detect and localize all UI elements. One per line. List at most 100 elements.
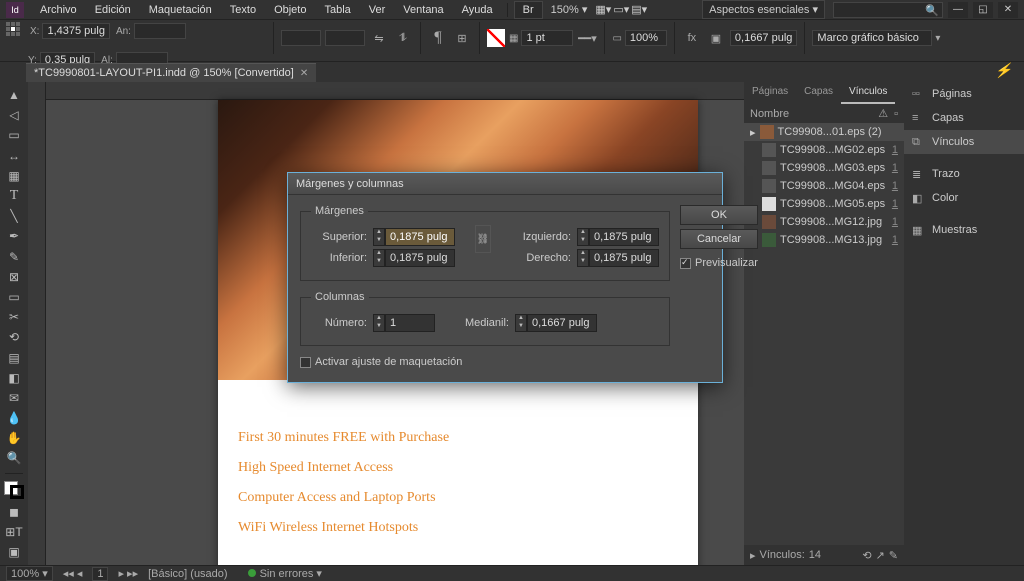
- margin-right-stepper[interactable]: ▲▼: [577, 249, 659, 267]
- margin-top-stepper[interactable]: ▲▼: [373, 228, 455, 246]
- screen-mode-icon[interactable]: ▭▾: [613, 3, 629, 16]
- opacity-field[interactable]: 100%: [625, 30, 667, 46]
- link-row[interactable]: ▸TC99908...01.eps (2): [744, 123, 904, 141]
- dock-item-trazo[interactable]: ≣Trazo: [904, 162, 1024, 186]
- layout-adjust-checkbox[interactable]: Activar ajuste de maquetación: [300, 356, 670, 368]
- link-row[interactable]: TC99908...MG02.eps1: [744, 141, 904, 159]
- window-close-icon[interactable]: ✕: [998, 2, 1018, 18]
- stroke-style-icon[interactable]: ━━▾: [577, 28, 597, 48]
- link-row[interactable]: TC99908...MG12.jpg1: [744, 213, 904, 231]
- wrap-icon[interactable]: ▣: [706, 28, 726, 48]
- content-collector-tool[interactable]: ▦: [3, 167, 25, 185]
- apply-color-icon[interactable]: ◼: [3, 502, 25, 520]
- update-link-icon[interactable]: ✎: [889, 549, 898, 562]
- panel-tab-capas[interactable]: Capas: [796, 82, 841, 104]
- panel-tab-vinculos[interactable]: Vínculos: [841, 82, 895, 104]
- margin-bottom-input[interactable]: [385, 249, 455, 267]
- window-minimize-icon[interactable]: —: [948, 2, 968, 18]
- effects-icon[interactable]: fx: [682, 28, 702, 48]
- fill-stroke-swatch[interactable]: [3, 480, 25, 500]
- dock-item-color[interactable]: ◧Color: [904, 186, 1024, 210]
- links-column-name[interactable]: Nombre: [750, 108, 878, 120]
- view-options-icon[interactable]: ▦▾: [595, 3, 611, 16]
- corner-field[interactable]: 0,1667 pulg: [730, 30, 798, 46]
- dock-item-capas[interactable]: ≡Capas: [904, 106, 1024, 130]
- margin-left-stepper[interactable]: ▲▼: [577, 228, 659, 246]
- pen-tool[interactable]: ✒: [3, 227, 25, 245]
- transform-tool[interactable]: ⟲: [3, 328, 25, 346]
- link-row[interactable]: TC99908...MG13.jpg1: [744, 231, 904, 249]
- page-nav-prev-icon[interactable]: ◂◂ ◂: [63, 567, 83, 580]
- gutter-stepper[interactable]: ▲▼: [515, 314, 597, 332]
- page-number-field[interactable]: 1: [92, 567, 108, 581]
- body-text-line[interactable]: Computer Access and Laptop Ports: [238, 490, 436, 506]
- page-nav-next-icon[interactable]: ▸ ▸▸: [118, 567, 138, 580]
- margin-right-input[interactable]: [589, 249, 659, 267]
- link-margins-icon[interactable]: ⛓: [475, 225, 491, 253]
- dock-item-muestras[interactable]: ▦Muestras: [904, 218, 1024, 242]
- document-tab[interactable]: *TC9990801-LAYOUT-PI1.indd @ 150% [Conve…: [26, 63, 316, 82]
- body-text-line[interactable]: First 30 minutes FREE with Purchase: [238, 430, 449, 446]
- dock-item-vinculos[interactable]: ⧉Vínculos: [904, 130, 1024, 154]
- x-field[interactable]: 1,4375 pulg: [42, 23, 110, 39]
- window-restore-icon[interactable]: ◱: [973, 2, 993, 18]
- body-text-line[interactable]: High Speed Internet Access: [238, 460, 393, 476]
- columns-number-stepper[interactable]: ▲▼: [373, 314, 435, 332]
- cancel-button[interactable]: Cancelar: [680, 229, 758, 249]
- goto-link-icon[interactable]: ↗: [876, 549, 885, 562]
- menu-ver[interactable]: Ver: [361, 2, 394, 18]
- gap-tool[interactable]: ↔: [3, 147, 25, 165]
- bridge-button[interactable]: Br: [514, 1, 543, 19]
- eyedropper-tool[interactable]: 💧: [3, 409, 25, 427]
- hand-tool[interactable]: ✋: [3, 429, 25, 447]
- menu-maquetacion[interactable]: Maquetación: [141, 2, 220, 18]
- gradient-feather-tool[interactable]: ◧: [3, 369, 25, 387]
- note-tool[interactable]: ✉: [3, 389, 25, 407]
- format-container-icon[interactable]: ⊞T: [3, 523, 25, 541]
- arrange-icon[interactable]: ▤▾: [631, 3, 647, 16]
- ref-point-icon[interactable]: [6, 22, 24, 40]
- preflight-status[interactable]: Sin errores: [260, 568, 314, 580]
- dialog-title[interactable]: Márgenes y columnas: [288, 173, 722, 195]
- gutter-input[interactable]: [527, 314, 597, 332]
- link-row[interactable]: TC99908...MG04.eps1: [744, 177, 904, 195]
- margin-left-input[interactable]: [589, 228, 659, 246]
- menu-texto[interactable]: Texto: [222, 2, 264, 18]
- object-style-dropdown[interactable]: Marco gráfico básico: [812, 30, 932, 46]
- columns-number-input[interactable]: [385, 314, 435, 332]
- link-row[interactable]: TC99908...MG03.eps1: [744, 159, 904, 177]
- flip-h-icon[interactable]: ⇋: [369, 28, 389, 48]
- workspace-dropdown[interactable]: Aspectos esenciales ▾: [702, 0, 825, 19]
- preview-checkbox[interactable]: Previsualizar: [680, 257, 758, 269]
- page-tool[interactable]: ▭: [3, 126, 25, 144]
- panel-tab-paginas[interactable]: Páginas: [744, 82, 796, 104]
- menu-ventana[interactable]: Ventana: [395, 2, 451, 18]
- relink-icon[interactable]: ⟲: [862, 549, 871, 562]
- dock-item-paginas[interactable]: ▫▫Páginas: [904, 82, 1024, 106]
- master-dropdown[interactable]: [Básico] (usado): [148, 568, 227, 580]
- line-tool[interactable]: ╲: [3, 207, 25, 225]
- scissors-tool[interactable]: ✂: [3, 308, 25, 326]
- close-tab-icon[interactable]: ✕: [300, 68, 308, 79]
- zoom-dropdown[interactable]: 150% ▾: [545, 3, 594, 16]
- menu-objeto[interactable]: Objeto: [266, 2, 314, 18]
- body-text-line[interactable]: WiFi Wireless Internet Hotspots: [238, 520, 418, 536]
- align-icon[interactable]: ⊞: [452, 28, 472, 48]
- margin-bottom-stepper[interactable]: ▲▼: [373, 249, 455, 267]
- w-field[interactable]: [134, 23, 186, 39]
- zoom-tool[interactable]: 🔍: [3, 449, 25, 467]
- disclosure-icon[interactable]: ▸: [750, 126, 756, 139]
- status-zoom-dropdown[interactable]: 100% ▾: [6, 566, 53, 581]
- rect-frame-tool[interactable]: ⊠: [3, 268, 25, 286]
- screen-mode-tool[interactable]: ▣: [3, 543, 25, 561]
- direct-selection-tool[interactable]: ◁: [3, 106, 25, 124]
- menu-tabla[interactable]: Tabla: [316, 2, 358, 18]
- menu-edicion[interactable]: Edición: [87, 2, 139, 18]
- scale-x-field[interactable]: [281, 30, 321, 46]
- pencil-tool[interactable]: ✎: [3, 248, 25, 266]
- gradient-tool[interactable]: ▤: [3, 348, 25, 366]
- margin-top-input[interactable]: [385, 228, 455, 246]
- menu-ayuda[interactable]: Ayuda: [454, 2, 501, 18]
- link-row[interactable]: TC99908...MG05.eps1: [744, 195, 904, 213]
- type-tool[interactable]: T: [3, 187, 25, 205]
